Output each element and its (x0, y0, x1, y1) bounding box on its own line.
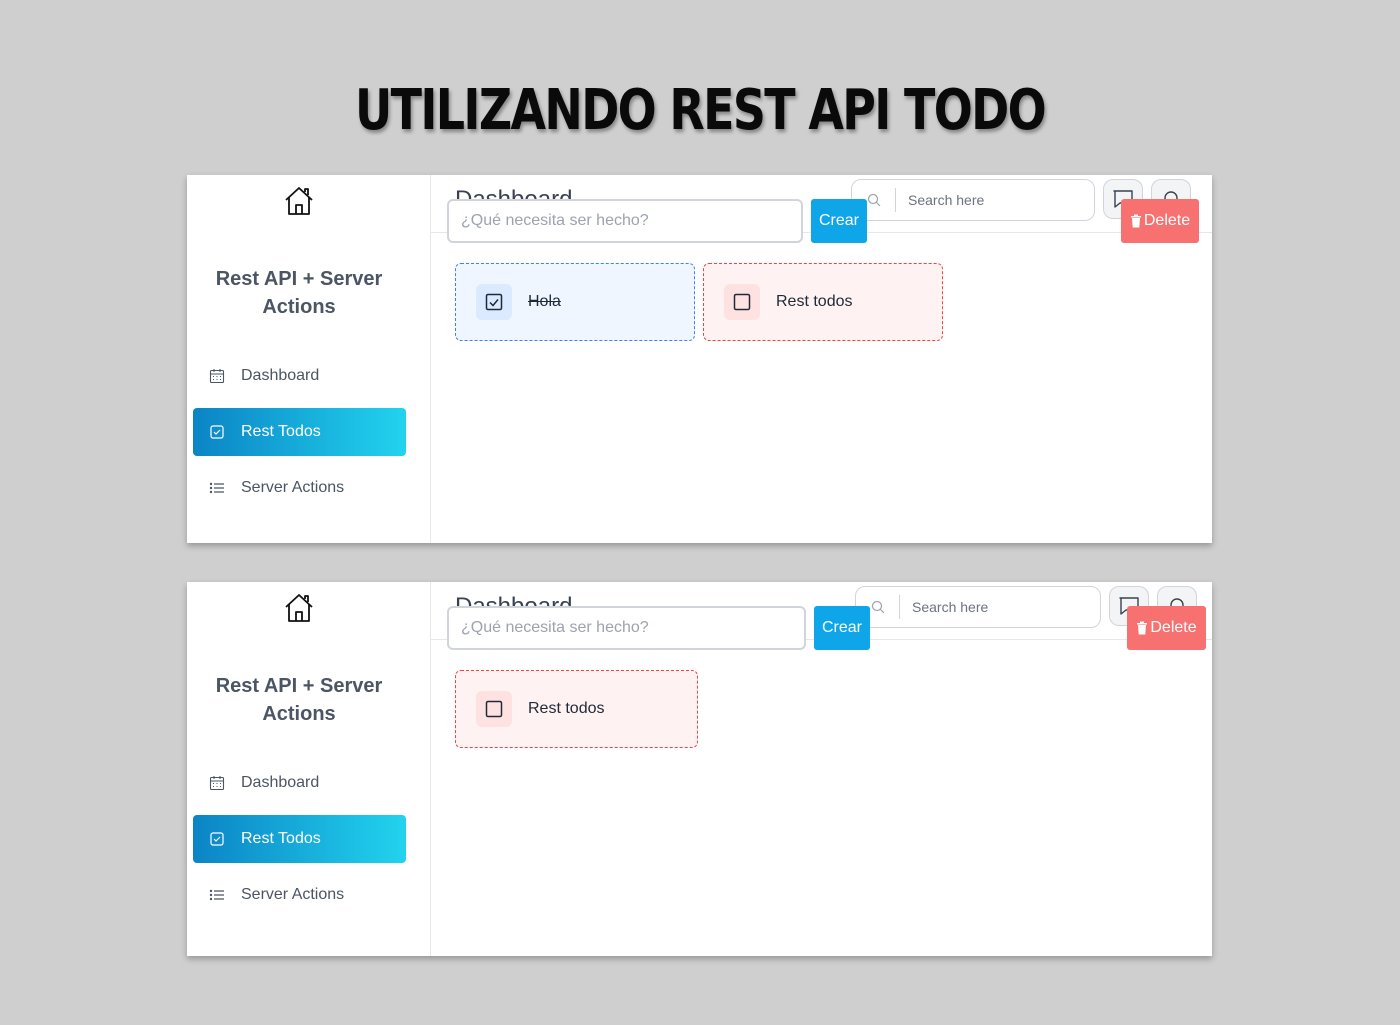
sidebar-item-server-actions[interactable]: Server Actions (193, 464, 406, 512)
check-square-icon (209, 831, 225, 847)
home-logo-icon[interactable] (283, 592, 315, 624)
calendar-icon (209, 775, 225, 791)
screenshot-2: Rest API + Server Actions Dashboard Rest… (187, 582, 1212, 956)
sidebar: Rest API + Server Actions Dashboard Rest… (187, 175, 431, 543)
search-input[interactable] (896, 192, 1066, 208)
delete-label: Delete (1150, 619, 1197, 636)
todo-text: Rest todos (528, 700, 605, 717)
main-content: Dashboard Crear Delete Rest t (431, 582, 1212, 956)
trash-icon (1137, 621, 1148, 635)
sidebar-item-label: Rest Todos (241, 423, 321, 440)
screenshot-1: Rest API + Server Actions Dashboard Rest… (187, 175, 1212, 543)
delete-button[interactable]: Delete (1121, 199, 1199, 243)
sidebar-item-label: Dashboard (241, 774, 320, 791)
list-icon (209, 480, 225, 496)
unchecked-checkbox-icon[interactable] (476, 691, 512, 727)
sidebar-item-server-actions[interactable]: Server Actions (193, 871, 406, 919)
trash-icon (1130, 214, 1141, 228)
calendar-icon (209, 368, 225, 384)
app-brand: Rest API + Server Actions (215, 268, 383, 318)
todo-input[interactable] (447, 199, 803, 243)
sidebar-item-label: Dashboard (241, 367, 320, 384)
search-box[interactable] (855, 586, 1101, 628)
delete-label: Delete (1143, 212, 1191, 229)
sidebar-item-dashboard[interactable]: Dashboard (193, 352, 406, 400)
todo-text: Hola (528, 293, 561, 310)
sidebar-item-rest-todos[interactable]: Rest Todos (193, 408, 406, 456)
todo-input[interactable] (447, 606, 806, 650)
page-heading: UTILIZANDO REST API TODO (355, 78, 1047, 143)
create-button[interactable]: Crear (814, 606, 870, 650)
check-square-icon (209, 424, 225, 440)
sidebar-item-rest-todos[interactable]: Rest Todos (193, 815, 406, 863)
todo-card[interactable]: Hola (455, 263, 695, 341)
sidebar-item-label: Server Actions (241, 886, 345, 903)
todo-card[interactable]: Rest todos (703, 263, 943, 341)
checked-checkbox-icon[interactable] (476, 284, 512, 320)
sidebar-item-label: Rest Todos (241, 830, 321, 847)
main-content: Dashboard Crear Delete Hola (431, 175, 1212, 543)
search-input[interactable] (900, 599, 1070, 615)
sidebar: Rest API + Server Actions Dashboard Rest… (187, 582, 431, 956)
todo-text: Rest todos (776, 293, 853, 310)
delete-button[interactable]: Delete (1127, 606, 1206, 650)
list-icon (209, 887, 225, 903)
todo-card[interactable]: Rest todos (455, 670, 698, 748)
create-button[interactable]: Crear (811, 199, 867, 243)
sidebar-item-dashboard[interactable]: Dashboard (193, 759, 406, 807)
search-box[interactable] (851, 179, 1095, 221)
unchecked-checkbox-icon[interactable] (724, 284, 760, 320)
sidebar-item-label: Server Actions (241, 479, 345, 496)
home-logo-icon[interactable] (283, 185, 315, 217)
app-brand: Rest API + Server Actions (215, 675, 383, 725)
